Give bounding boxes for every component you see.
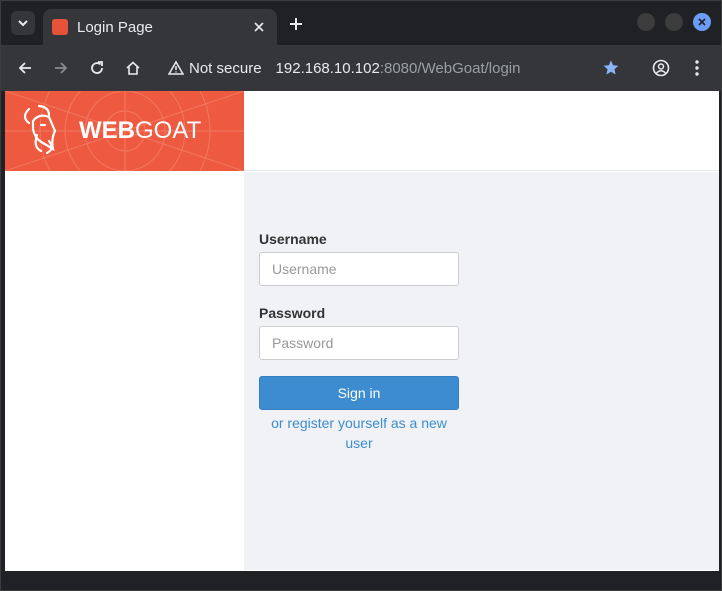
brand-name-rest: GOAT: [135, 117, 202, 144]
close-icon: [698, 18, 706, 26]
close-icon: [254, 22, 264, 32]
url-host: 192.168.10.102: [275, 59, 380, 77]
address-bar[interactable]: Not secure 192.168.10.102:8080/WebGoat/l…: [157, 53, 637, 83]
more-vert-icon: [695, 60, 699, 76]
page-viewport: WEBGOAT Username Password Sign in or reg…: [5, 91, 719, 571]
arrow-left-icon: [18, 62, 31, 74]
warning-triangle-icon[interactable]: [167, 59, 185, 77]
home-icon: [126, 61, 140, 75]
star-icon: [603, 60, 619, 75]
password-label: Password: [259, 305, 326, 321]
tab-title: Login Page: [77, 18, 153, 36]
reload-icon: [91, 61, 103, 74]
close-window-button[interactable]: [693, 13, 711, 31]
maximize-button[interactable]: [665, 13, 683, 31]
tab-strip: Login Page: [1, 1, 721, 45]
plus-icon: [290, 18, 302, 30]
chevron-down-icon: [18, 20, 28, 27]
new-tab-button[interactable]: [285, 13, 307, 35]
password-input[interactable]: [259, 326, 459, 360]
security-status[interactable]: Not secure: [189, 60, 262, 77]
url-text[interactable]: 192.168.10.102:8080/WebGoat/login: [276, 60, 521, 77]
browser-toolbar: Not secure 192.168.10.102:8080/WebGoat/l…: [1, 45, 721, 91]
browser-window: Login Page Not secure 192.168.10.102:808…: [0, 0, 722, 591]
username-label: Username: [259, 231, 327, 247]
webgoat-favicon-icon: [52, 19, 68, 35]
minimize-button[interactable]: [637, 13, 655, 31]
reload-button[interactable]: [85, 56, 109, 80]
main-content: Username Password Sign in or register yo…: [244, 172, 719, 570]
profile-button[interactable]: [649, 56, 673, 80]
arrow-right-icon: [55, 62, 68, 74]
sidebar: [5, 171, 244, 571]
sign-in-button[interactable]: Sign in: [259, 376, 459, 410]
username-input[interactable]: [259, 252, 459, 286]
menu-button[interactable]: [685, 56, 709, 80]
back-button[interactable]: [13, 56, 37, 80]
brand-wordmark: WEBGOAT: [79, 117, 201, 145]
register-link[interactable]: or register yourself as a new user: [259, 413, 459, 453]
tab-login-page[interactable]: Login Page: [43, 9, 277, 45]
brand-name-bold: WEB: [79, 117, 135, 144]
goat-logo-icon: [23, 104, 57, 155]
tab-search-button[interactable]: [11, 11, 35, 35]
top-navbar: [244, 91, 719, 171]
login-form: Username Password Sign in or register yo…: [259, 229, 459, 453]
forward-button[interactable]: [49, 56, 73, 80]
home-button[interactable]: [121, 56, 145, 80]
bookmark-button[interactable]: [599, 56, 623, 80]
account-circle-icon: [652, 59, 670, 77]
tab-close-button[interactable]: [249, 17, 269, 37]
url-path: :8080/WebGoat/login: [379, 59, 521, 77]
brand-header: WEBGOAT: [5, 91, 244, 171]
